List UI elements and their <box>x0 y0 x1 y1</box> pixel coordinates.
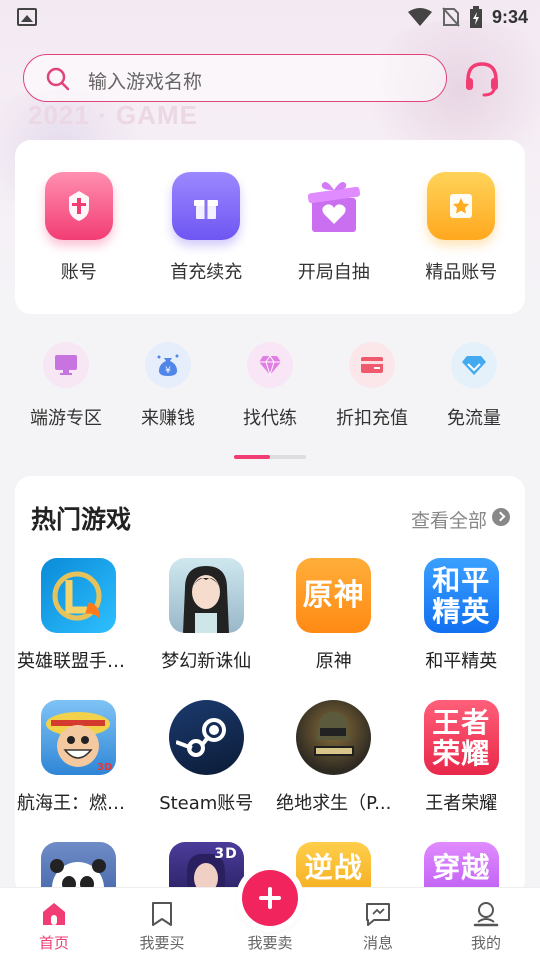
nav-profile[interactable]: 我的 <box>432 888 540 960</box>
menu-self-draw[interactable]: 开局自抽 <box>270 172 398 284</box>
sub-discount-recharge[interactable]: 折扣充值 <box>321 342 423 430</box>
sub-boosting-label: 找代练 <box>243 408 297 429</box>
nav-messages[interactable]: 消息 <box>324 888 432 960</box>
game-item[interactable]: Steam账号 <box>143 700 271 842</box>
hot-games-title: 热门游戏 <box>31 505 132 534</box>
one-piece-icon: 3D <box>41 700 117 775</box>
status-bar: 9:34 <box>0 0 540 36</box>
fantasy-character-icon <box>168 558 244 633</box>
no-sim-icon <box>442 7 460 27</box>
game-name: 绝地求生（P... <box>276 793 392 814</box>
icon-text: 穿越 <box>432 850 491 884</box>
game-item[interactable]: 王者荣耀 王者荣耀 <box>398 700 526 842</box>
game-name: 原神 <box>315 651 352 672</box>
pubg-icon <box>296 700 372 775</box>
icon-text: 王者荣耀 <box>432 705 491 770</box>
money-bag-icon: ¥ <box>145 342 191 388</box>
warrior-helmet-icon <box>44 172 113 240</box>
menu-first-recharge[interactable]: 首充续充 <box>143 172 271 284</box>
sub-discount-recharge-label: 折扣充值 <box>336 408 408 429</box>
game-item[interactable]: 原神 原神 <box>270 558 398 700</box>
user-icon <box>473 902 499 927</box>
nav-sell-label: 我要卖 <box>247 934 293 952</box>
game-item[interactable]: 3D 航海王：燃烧... <box>15 700 143 842</box>
diamond-icon <box>247 342 293 388</box>
menu-account-label: 账号 <box>60 262 97 283</box>
menu-premium-account-label: 精品账号 <box>425 262 498 283</box>
game-name: 和平精英 <box>425 651 498 672</box>
search-input[interactable]: 输入游戏名称 <box>23 54 447 102</box>
hot-games-card: 热门游戏 查看全部 英雄联盟手游... 梦幻新诛仙 原神 原神 和平精英 和平精… <box>15 476 525 896</box>
icon-text: 原神 <box>302 577 365 613</box>
game-item[interactable]: 和平精英 和平精英 <box>398 558 526 700</box>
page-indicator-active <box>234 455 270 459</box>
genshin-icon: 原神 <box>296 558 372 633</box>
sub-free-data[interactable]: 免流量 <box>423 342 525 430</box>
menu-first-recharge-label: 首充续充 <box>170 262 243 283</box>
heart-gift-icon <box>300 172 368 240</box>
menu-account[interactable]: 账号 <box>15 172 143 284</box>
menu-self-draw-label: 开局自抽 <box>297 262 370 283</box>
hero-watermark: 2021 · GAME <box>28 100 198 130</box>
league-of-legends-icon <box>41 558 117 633</box>
game-item[interactable]: 梦幻新诛仙 <box>143 558 271 700</box>
nav-home-label: 首页 <box>38 934 69 952</box>
game-item[interactable]: 英雄联盟手游... <box>15 558 143 700</box>
gift-box-icon <box>172 172 241 240</box>
sub-free-data-label: 免流量 <box>447 408 501 429</box>
sub-menu-row: 端游专区 ¥ 来赚钱 找代练 折扣充值 免流量 <box>15 342 525 430</box>
sub-pc-games[interactable]: 端游专区 <box>15 342 117 430</box>
customer-service-headset-icon[interactable] <box>462 58 502 98</box>
icon-text: 逆战 <box>304 850 363 884</box>
sub-earn-money-label: 来赚钱 <box>141 408 195 429</box>
chat-icon <box>366 903 390 926</box>
bookmark-icon <box>152 902 172 926</box>
monitor-icon <box>43 342 89 388</box>
game-name: 王者荣耀 <box>425 793 498 814</box>
nav-profile-label: 我的 <box>470 934 501 952</box>
sub-boosting[interactable]: 找代练 <box>219 342 321 430</box>
gem-icon <box>451 342 497 388</box>
sub-pc-games-label: 端游专区 <box>30 408 102 429</box>
chevron-right-icon[interactable] <box>492 508 510 526</box>
gallery-icon <box>17 8 37 26</box>
game-item[interactable]: 绝地求生（P... <box>270 700 398 842</box>
game-name: 航海王：燃烧... <box>17 793 143 814</box>
icon-text: 和平精英 <box>432 563 491 628</box>
nav-buy[interactable]: 我要买 <box>108 888 216 960</box>
battery-icon <box>469 6 482 28</box>
view-all-link[interactable]: 查看全部 <box>411 506 487 533</box>
card-icon <box>349 342 395 388</box>
sub-earn-money[interactable]: ¥ 来赚钱 <box>117 342 219 430</box>
svg-text:3D: 3D <box>97 762 112 773</box>
game-name: 英雄联盟手游... <box>17 651 143 672</box>
wifi-icon <box>407 8 432 26</box>
search-icon <box>46 67 70 91</box>
steam-icon <box>168 700 244 775</box>
menu-premium-account[interactable]: 精品账号 <box>398 172 526 284</box>
svg-text:¥: ¥ <box>165 366 171 376</box>
peacekeeper-elite-icon: 和平精英 <box>423 558 499 633</box>
icon-text: 3D <box>214 846 238 862</box>
nav-home[interactable]: 首页 <box>0 888 108 960</box>
sell-plus-button[interactable] <box>242 870 298 926</box>
nav-messages-label: 消息 <box>362 934 393 952</box>
page-indicator <box>234 455 306 459</box>
game-name: 梦幻新诛仙 <box>161 651 252 672</box>
honor-of-kings-icon: 王者荣耀 <box>423 700 499 775</box>
search-placeholder: 输入游戏名称 <box>88 71 203 93</box>
home-icon <box>43 903 65 925</box>
clock: 9:34 <box>491 6 528 27</box>
nav-buy-label: 我要买 <box>139 934 185 952</box>
star-card-icon <box>427 172 496 240</box>
main-menu-card: 账号 首充续充 开局自抽 精品账号 <box>15 140 525 314</box>
game-name: Steam账号 <box>159 793 254 814</box>
